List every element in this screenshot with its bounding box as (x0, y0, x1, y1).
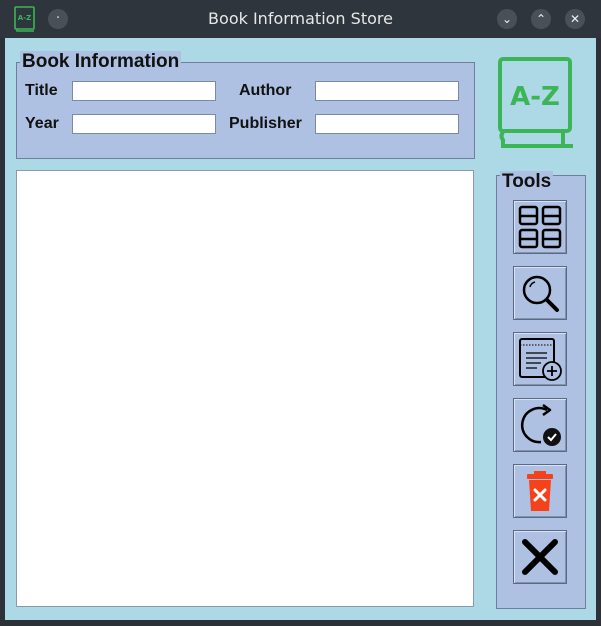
search-icon (522, 275, 559, 312)
title-label: Title (25, 82, 58, 99)
tools-legend: Tools (500, 171, 554, 193)
search-button[interactable] (513, 266, 567, 320)
title-bar: A-Z · Book Information Store ⌄ ⌃ ✕ (0, 0, 601, 38)
maximize-button[interactable]: ⌃ (531, 9, 551, 29)
main-panel: Book Information Title Author Year Publi… (5, 38, 596, 620)
book-information-legend: Book Information (20, 51, 182, 73)
book-logo-icon: A-Z (498, 57, 573, 148)
author-label: Author (239, 82, 292, 99)
view-all-button[interactable] (513, 200, 567, 254)
update-button[interactable] (513, 398, 567, 452)
book-information-group (16, 62, 475, 159)
year-label: Year (25, 115, 59, 132)
delete-button[interactable] (513, 464, 567, 518)
publisher-label: Publisher (229, 115, 302, 132)
svg-text:A-Z: A-Z (510, 82, 560, 112)
publisher-field[interactable] (315, 114, 459, 134)
close-icon (522, 539, 558, 575)
update-icon (520, 403, 561, 446)
year-field[interactable] (72, 114, 216, 134)
grid-icon (518, 205, 562, 249)
exit-button[interactable] (513, 530, 567, 584)
minimize-button[interactable]: ⌄ (497, 9, 517, 29)
trash-icon (527, 471, 553, 511)
results-list[interactable] (16, 170, 474, 607)
title-field[interactable] (72, 81, 216, 101)
author-field[interactable] (315, 81, 459, 101)
add-entry-button[interactable] (513, 332, 567, 386)
close-window-button[interactable]: ✕ (565, 9, 585, 29)
add-entry-icon (519, 338, 562, 381)
